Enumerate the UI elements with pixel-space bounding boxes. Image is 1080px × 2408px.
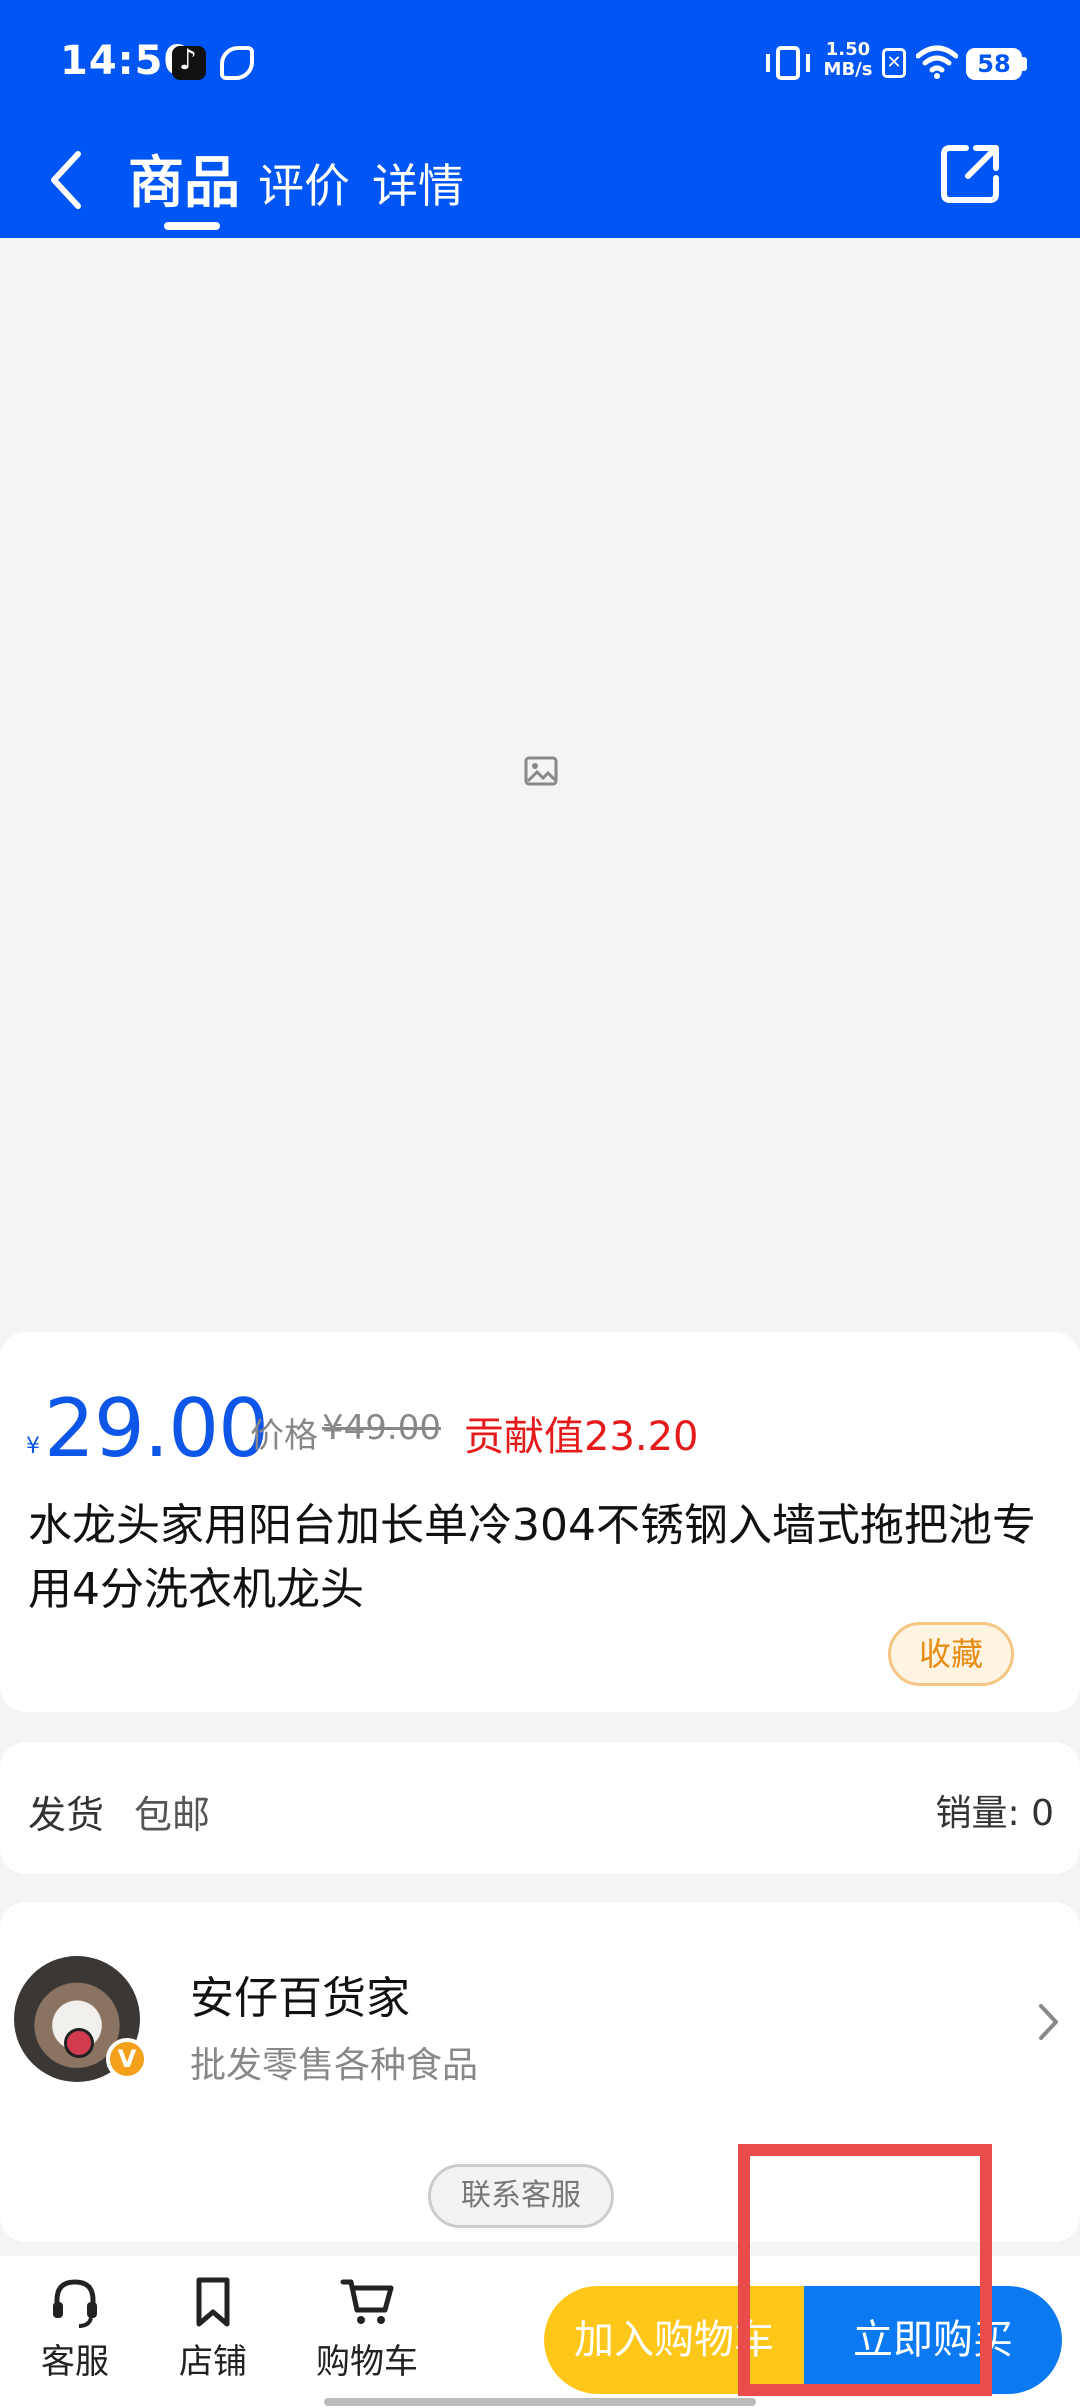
- contact-service-button[interactable]: 联系客服: [428, 2164, 614, 2228]
- product-title: 水龙头家用阳台加长单冷304不锈钢入墙式拖把池专用4分洗衣机龙头: [28, 1500, 1036, 1615]
- back-icon[interactable]: [42, 142, 92, 218]
- contribution-value: 贡献值23.20: [464, 1414, 699, 1460]
- shop-description: 批发零售各种食品: [190, 2045, 479, 2086]
- price-card: ¥ 29.00 价格 ¥49.00 贡献值23.20 水龙头家用阳台加长单冷30…: [0, 1332, 1080, 1712]
- shipping-label: 发货: [28, 1793, 105, 1837]
- add-to-cart-button[interactable]: 加入购物车: [544, 2286, 804, 2394]
- shipping-value: 包邮: [134, 1793, 211, 1837]
- home-indicator[interactable]: [324, 2398, 756, 2406]
- top-nav: 商品 评价 详情: [0, 128, 1080, 238]
- customer-service-label: 客服: [41, 2342, 109, 2382]
- original-price: ¥49.00: [322, 1408, 441, 1448]
- price: 29.00: [44, 1382, 269, 1475]
- vibrate-icon: [766, 46, 810, 80]
- bottom-bar: 客服 店铺 购物车 加入购物车 立即购买: [0, 2256, 1080, 2408]
- tab-product-label: 商品: [128, 151, 240, 216]
- currency-symbol: ¥: [26, 1434, 40, 1459]
- tab-reviews[interactable]: 评价: [258, 150, 350, 216]
- status-bar: 14:50 1.50 MB/s ✕ 58: [0, 0, 1080, 128]
- store-button[interactable]: 店铺: [148, 2274, 278, 2383]
- header: 14:50 1.50 MB/s ✕ 58 商品 评价 详情: [0, 0, 1080, 238]
- shopping-cart-icon: [340, 2279, 394, 2324]
- battery-tip: [1022, 57, 1027, 71]
- tab-active-indicator: [164, 222, 220, 230]
- store-label: 店铺: [179, 2342, 247, 2382]
- share-icon[interactable]: [938, 142, 1002, 206]
- image-placeholder-icon: [524, 756, 558, 786]
- net-speed-value: 1.50: [825, 39, 871, 60]
- wifi-icon: [916, 45, 958, 79]
- original-price-label: 价格: [250, 1416, 318, 1456]
- shipping-card: 发货 包邮 销量: 0: [0, 1742, 1080, 1874]
- tiktok-icon: [172, 43, 206, 80]
- net-speed-unit: MB/s: [823, 59, 873, 80]
- bookmark-icon: [196, 2277, 230, 2327]
- buy-now-button[interactable]: 立即购买: [804, 2286, 1062, 2394]
- net-speed: 1.50 MB/s: [820, 40, 876, 80]
- favorite-button[interactable]: 收藏: [888, 1622, 1014, 1686]
- sales-count: 销量: 0: [935, 1793, 1054, 1834]
- customer-service-button[interactable]: 客服: [10, 2274, 140, 2383]
- battery-icon: 58: [966, 48, 1022, 80]
- cart-button[interactable]: 购物车: [302, 2274, 432, 2383]
- shop-name[interactable]: 安仔百货家: [190, 1962, 410, 2026]
- app-icon: [220, 46, 254, 80]
- x-icon: ✕: [882, 48, 906, 78]
- product-image[interactable]: [0, 238, 1080, 1332]
- chevron-right-icon[interactable]: [1036, 2000, 1062, 2044]
- verified-badge: V: [106, 2038, 148, 2080]
- shop-card: V 安仔百货家 批发零售各种食品 联系客服: [0, 1902, 1080, 2242]
- cart-label: 购物车: [316, 2342, 418, 2382]
- headset-icon: [53, 2279, 97, 2328]
- tab-product[interactable]: 商品: [128, 138, 240, 230]
- tab-details[interactable]: 详情: [372, 150, 464, 216]
